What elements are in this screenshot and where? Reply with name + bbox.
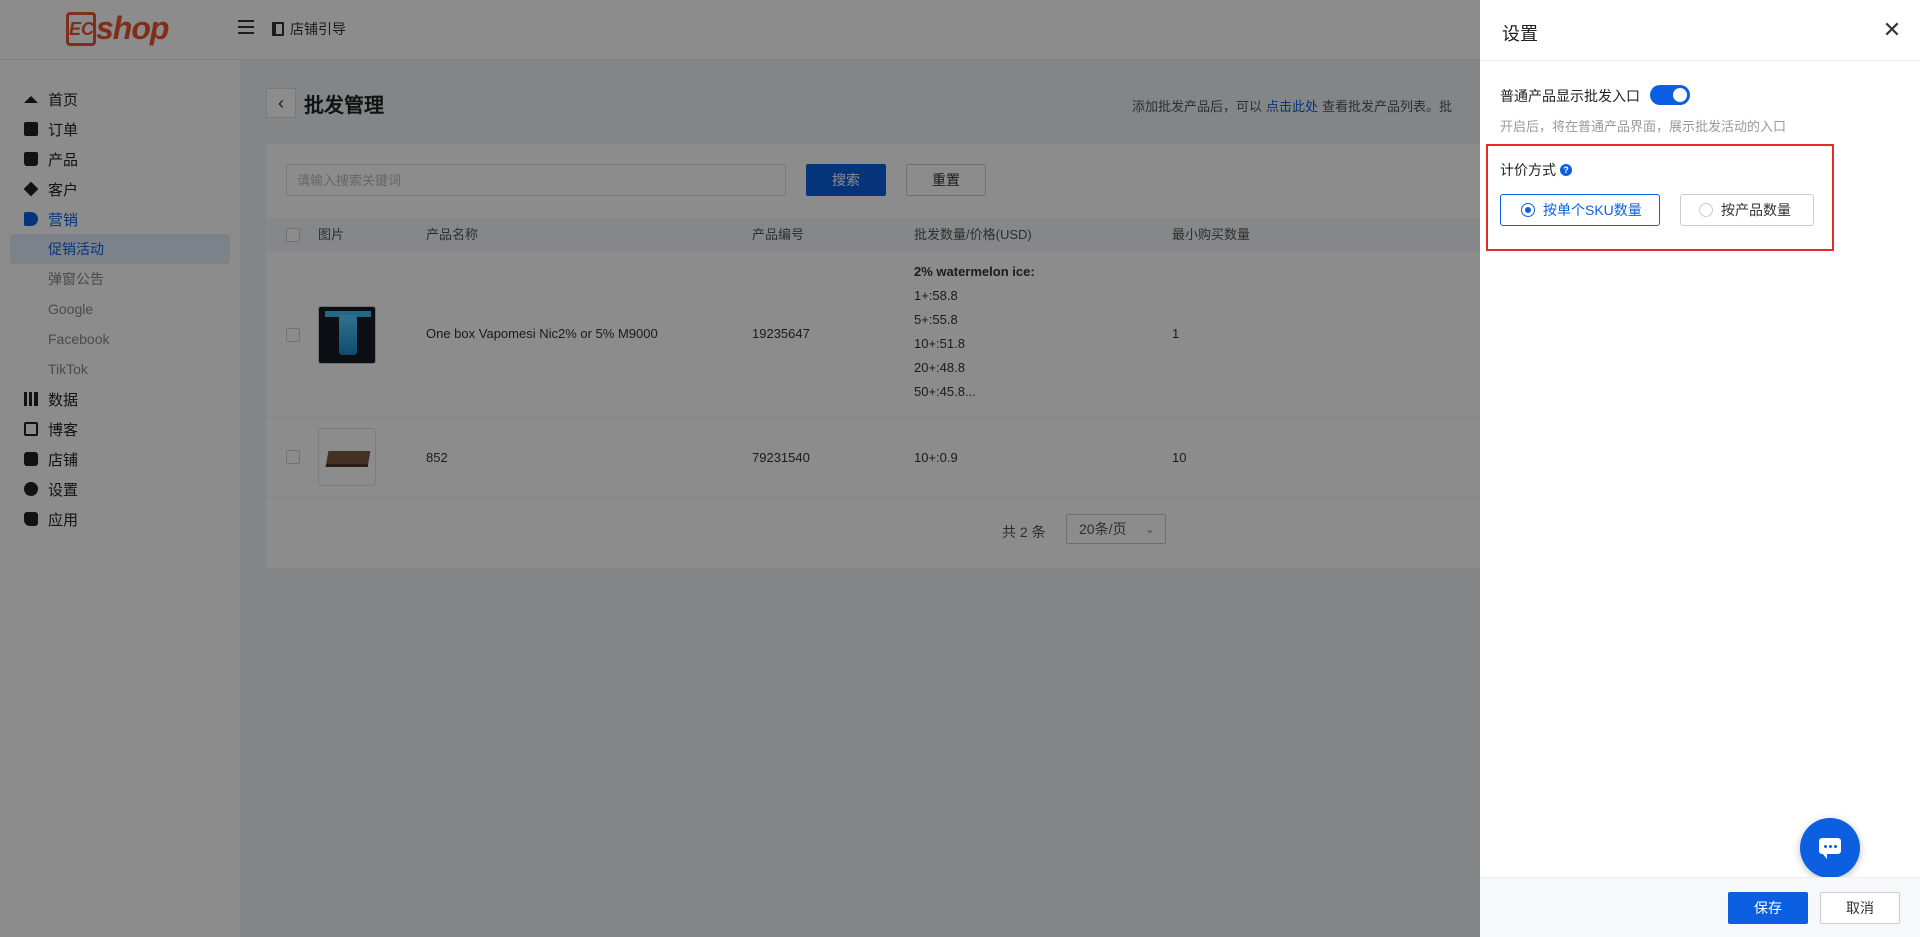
pricing-option-product[interactable]: 按产品数量	[1680, 194, 1814, 226]
drawer-footer: 保存 取消	[1480, 877, 1920, 937]
radio-selected-icon	[1521, 203, 1535, 217]
pricing-option-label: 按产品数量	[1721, 202, 1791, 218]
toggle-knob	[1673, 88, 1687, 102]
pricing-option-label: 按单个SKU数量	[1543, 202, 1642, 218]
drawer-title: 设置	[1502, 24, 1538, 44]
pricing-option-sku[interactable]: 按单个SKU数量	[1500, 194, 1660, 226]
help-icon[interactable]: ?	[1560, 164, 1572, 176]
close-icon[interactable]: ✕	[1880, 18, 1904, 42]
save-button[interactable]: 保存	[1728, 892, 1808, 924]
settings-drawer: 设置 ✕ 普通产品显示批发入口 开启后，将在普通产品界面，展示批发活动的入口 计…	[1480, 0, 1920, 937]
pricing-method-label: 计价方式 ?	[1500, 160, 1572, 180]
chat-button[interactable]	[1800, 818, 1860, 878]
chat-icon	[1819, 838, 1841, 859]
radio-unselected-icon	[1699, 203, 1713, 217]
wholesale-entry-toggle[interactable]	[1650, 85, 1690, 105]
wholesale-entry-description: 开启后，将在普通产品界面，展示批发活动的入口	[1500, 119, 1787, 134]
wholesale-entry-label: 普通产品显示批发入口	[1500, 88, 1640, 104]
pricing-method-text: 计价方式	[1500, 162, 1556, 178]
cancel-button[interactable]: 取消	[1820, 892, 1900, 924]
divider	[1480, 60, 1920, 61]
